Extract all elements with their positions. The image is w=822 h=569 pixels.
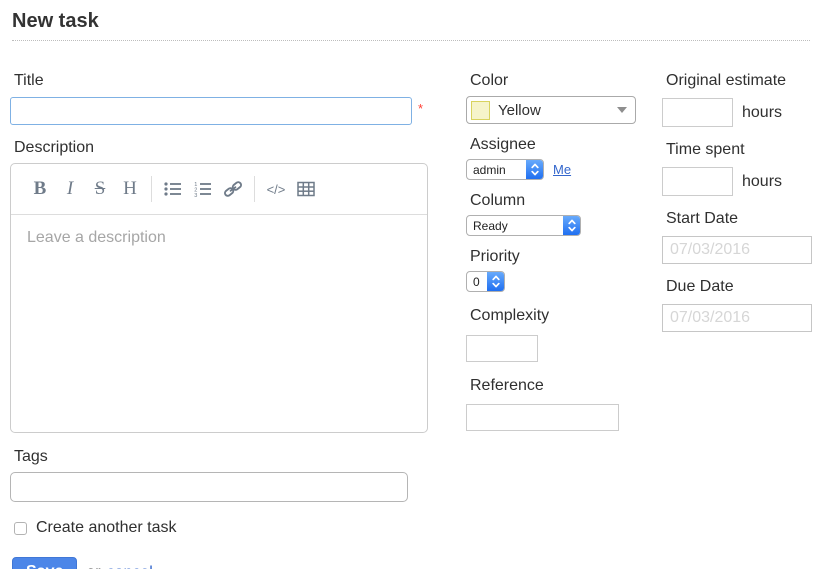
or-text: or — [86, 564, 100, 569]
page-title: New task — [12, 10, 810, 41]
reference-input[interactable] — [466, 404, 619, 431]
time-spent-row: hours — [662, 167, 812, 196]
column-select[interactable]: Ready — [466, 215, 581, 236]
start-date-label: Start Date — [666, 210, 812, 228]
description-label: Description — [14, 139, 442, 157]
link-button[interactable] — [218, 174, 248, 204]
color-selected-value: Yellow — [498, 102, 617, 119]
reference-label: Reference — [470, 377, 662, 395]
save-button[interactable]: Save — [12, 557, 77, 569]
complexity-input[interactable] — [466, 335, 538, 362]
description-editor: B I S H 1 2 3 — [10, 163, 428, 433]
toolbar-divider — [254, 176, 255, 202]
priority-selected-value: 0 — [467, 275, 487, 289]
start-date-input[interactable] — [662, 236, 812, 264]
create-another-label: Create another task — [36, 519, 177, 537]
cancel-link[interactable]: cancel — [107, 564, 153, 569]
required-asterisk: * — [418, 101, 423, 116]
table-icon — [296, 179, 316, 199]
right-column: Original estimate hours Time spent hours… — [662, 72, 812, 569]
dropdown-caret-icon — [617, 107, 627, 113]
assignee-row: admin Me — [466, 159, 662, 180]
due-date-input[interactable] — [662, 304, 812, 332]
color-swatch-yellow — [471, 101, 490, 120]
tags-label: Tags — [14, 448, 442, 466]
form-actions: Save or cancel — [12, 557, 442, 569]
unordered-list-icon — [163, 179, 183, 199]
tags-input[interactable] — [10, 472, 408, 502]
select-stepper-icon — [487, 271, 504, 292]
editor-toolbar: B I S H 1 2 3 — [11, 164, 427, 215]
color-select[interactable]: Yellow — [466, 96, 636, 124]
assignee-select[interactable]: admin — [466, 159, 544, 180]
priority-label: Priority — [470, 248, 662, 266]
strikethrough-button[interactable]: S — [85, 174, 115, 204]
time-spent-unit: hours — [742, 173, 782, 191]
ordered-list-icon: 1 2 3 — [193, 179, 213, 199]
title-row: * — [10, 97, 442, 125]
column-selected-value: Ready — [467, 219, 563, 233]
title-input[interactable] — [10, 97, 412, 125]
left-column: Title * Description B I S H — [10, 72, 442, 569]
create-another-checkbox[interactable] — [14, 522, 27, 535]
select-stepper-icon — [526, 159, 543, 180]
time-spent-label: Time spent — [666, 141, 812, 159]
assign-me-link[interactable]: Me — [553, 162, 571, 177]
select-stepper-icon — [563, 215, 580, 236]
middle-column: Color Yellow Assignee admin Me Column Re… — [466, 72, 662, 569]
unordered-list-button[interactable] — [158, 174, 188, 204]
original-estimate-label: Original estimate — [666, 72, 812, 90]
assignee-label: Assignee — [470, 136, 662, 154]
svg-text:3: 3 — [194, 193, 197, 199]
priority-select[interactable]: 0 — [466, 271, 505, 292]
link-icon — [223, 179, 243, 199]
toolbar-divider — [151, 176, 152, 202]
bold-button[interactable]: B — [25, 174, 55, 204]
italic-button[interactable]: I — [55, 174, 85, 204]
create-another-row[interactable]: Create another task — [10, 519, 442, 537]
assignee-selected-value: admin — [467, 163, 526, 177]
table-button[interactable] — [291, 174, 321, 204]
time-spent-input[interactable] — [662, 167, 733, 196]
original-estimate-input[interactable] — [662, 98, 733, 127]
due-date-label: Due Date — [666, 278, 812, 296]
code-button[interactable]: </> — [261, 174, 291, 204]
title-label: Title — [14, 72, 442, 90]
original-estimate-row: hours — [662, 98, 812, 127]
heading-button[interactable]: H — [115, 174, 145, 204]
ordered-list-button[interactable]: 1 2 3 — [188, 174, 218, 204]
description-textarea[interactable] — [11, 215, 427, 432]
complexity-label: Complexity — [470, 307, 662, 325]
original-estimate-unit: hours — [742, 104, 782, 122]
color-label: Color — [470, 72, 662, 90]
column-label: Column — [470, 192, 662, 210]
new-task-form: Title * Description B I S H — [10, 72, 812, 569]
